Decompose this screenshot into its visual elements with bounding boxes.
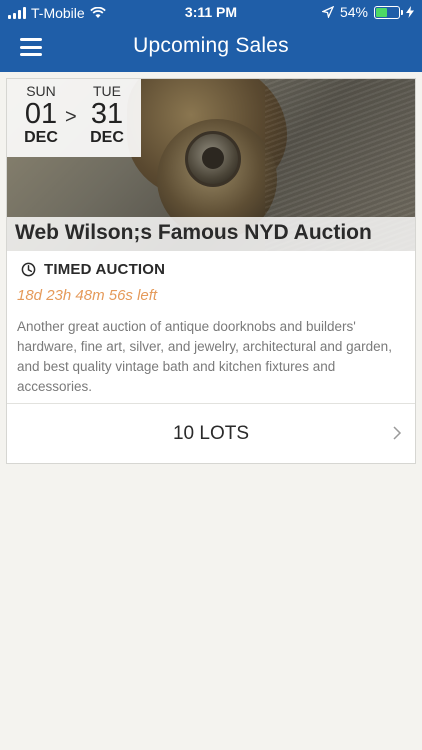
status-bar: T-Mobile 3:11 PM 54% [0,0,422,26]
date-range: SUN 01 DEC > TUE 31 DEC [7,79,141,157]
title-band: Web Wilson;s Famous NYD Auction [7,217,415,251]
lots-label: 10 LOTS [172,423,250,444]
status-right: 54% [321,4,414,20]
nav-bar: Upcoming Sales [0,26,422,72]
sale-image[interactable]: SUN 01 DEC > TUE 31 DEC Web Wilson;s Fam… [7,79,415,251]
start-dow: SUN [26,83,56,99]
countdown-timer: 18d 23h 48m 56s left [17,287,158,304]
sale-title[interactable]: Web Wilson;s Famous NYD Auction [15,221,372,245]
sale-card[interactable]: SUN 01 DEC > TUE 31 DEC Web Wilson;s Fam… [6,78,416,464]
start-month: DEC [24,129,58,146]
start-day: 01 [24,98,58,130]
app-header: T-Mobile 3:11 PM 54% Upcoming Sales [0,0,422,72]
date-separator: > [65,106,77,128]
charging-icon [406,6,414,18]
end-date: TUE 31 DEC [79,83,135,147]
sale-type: TIMED AUCTION [44,261,166,278]
end-month: DEC [90,129,124,146]
sale-description: Another great auction of antique doorkno… [17,319,392,394]
end-dow: TUE [93,83,121,99]
end-day: 31 [90,98,124,130]
location-icon [321,6,334,18]
page-title: Upcoming Sales [133,34,289,57]
lots-button[interactable]: 10 LOTS [7,404,415,464]
clock-icon [21,262,36,277]
battery-icon [374,5,403,19]
battery-percent: 54% [339,4,368,20]
sale-type-row: TIMED AUCTION [21,261,165,278]
chevron-right-icon [393,426,402,440]
start-date: SUN 01 DEC [13,83,69,147]
